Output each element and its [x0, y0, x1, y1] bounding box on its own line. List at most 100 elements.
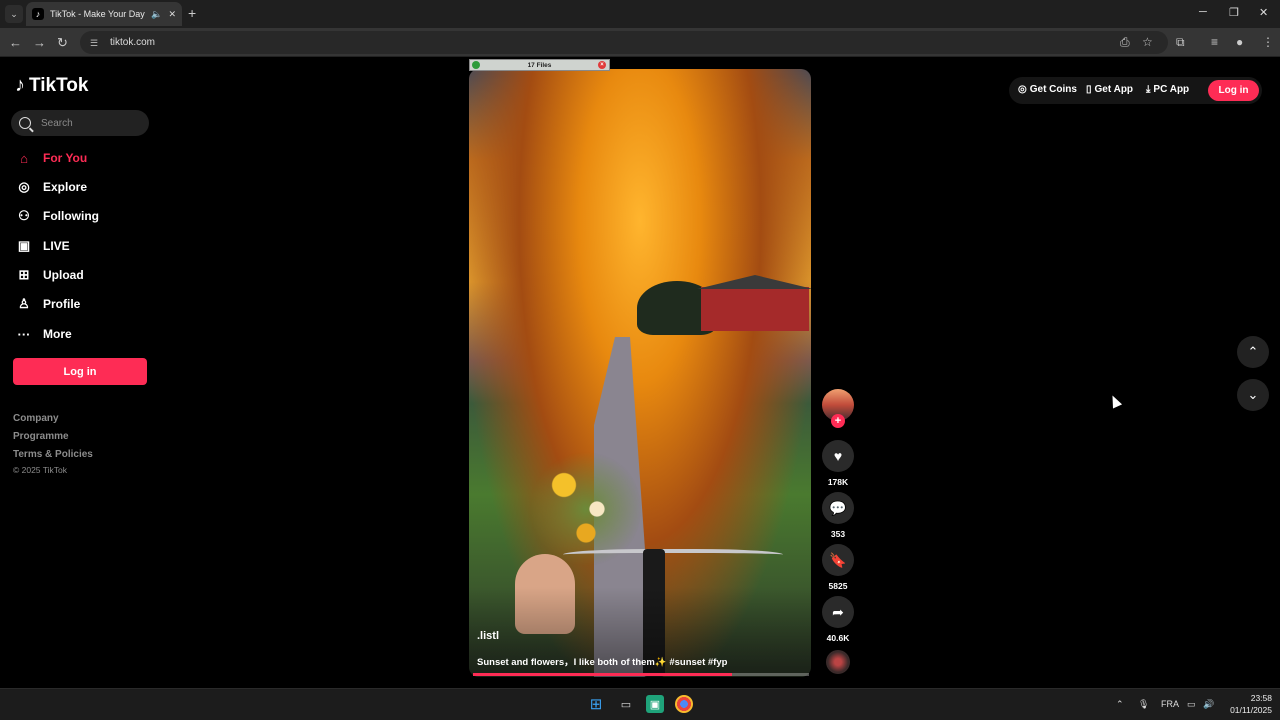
sidebar-item-label: Explore [43, 180, 88, 194]
language-indicator[interactable]: FRA [1161, 699, 1179, 709]
phone-icon: ▯ [1086, 84, 1092, 95]
chrome-icon[interactable] [675, 695, 693, 713]
clock-date: 01/11/2025 [1230, 705, 1272, 715]
coin-icon: ◎ [1018, 84, 1027, 95]
app-icon[interactable]: ▣ [646, 695, 664, 713]
profile-icon: ♙ [18, 296, 30, 311]
pc-app-label: PC App [1153, 84, 1190, 95]
browser-tab-bar: ⌄ ♪ TikTok - Make Your Day 🔈 ✕ + ─ ❐ ✕ [0, 0, 1280, 28]
sidebar-item-following[interactable]: ⚇ Following [16, 205, 99, 227]
chevron-down-icon: ⌄ [10, 8, 18, 19]
sidebar-item-label: Profile [43, 297, 81, 311]
clock-time: 23:58 [1250, 693, 1272, 703]
home-icon: ⌂ [20, 150, 28, 166]
task-view-icon[interactable]: ▭ [617, 695, 635, 713]
minimize-button[interactable]: ─ [1199, 6, 1207, 18]
address-bar[interactable]: ☰ tiktok.com [80, 31, 1168, 54]
sidebar-item-for-you[interactable]: ⌂ For You [16, 147, 87, 169]
previous-video-button[interactable]: ⌃ [1237, 336, 1269, 368]
video-author[interactable]: .listl [477, 630, 499, 642]
get-app-button[interactable]: ▯ Get App [1086, 84, 1133, 95]
sidebar-item-upload[interactable]: ⊞ Upload [16, 264, 84, 286]
install-app-icon[interactable]: ⎙ [1120, 35, 1130, 50]
browser-menu-icon[interactable]: ⋮ [1262, 35, 1274, 49]
sidebar-item-explore[interactable]: ◎ Explore [16, 176, 87, 198]
download-icon: ⤓ [1146, 84, 1151, 95]
mouse-cursor [1107, 393, 1123, 409]
tiktok-logo[interactable]: ♪ TikTok [15, 74, 88, 97]
sidebar-item-label: LIVE [43, 239, 70, 253]
tab-close-icon[interactable]: ✕ [168, 9, 176, 20]
reload-icon[interactable]: ↻ [57, 35, 68, 51]
video-scene-house [697, 275, 811, 331]
speaker-icon[interactable]: 🔈 [151, 9, 162, 20]
heart-icon: ♥ [833, 448, 843, 464]
live-tv-icon: ▣ [17, 238, 31, 253]
follow-plus-button[interactable]: + [831, 414, 845, 428]
new-tab-button[interactable]: + [188, 5, 196, 21]
music-disc[interactable] [826, 650, 850, 674]
footer-link-programme[interactable]: Programme [13, 431, 69, 442]
extensions-icon[interactable]: ⧉ [1176, 35, 1185, 50]
tiktok-note-icon: ♪ [15, 74, 25, 96]
back-arrow-icon[interactable]: ← [9, 35, 22, 50]
video-scene-handlebar [563, 549, 783, 563]
comment-button[interactable]: 💬 [822, 492, 854, 524]
save-button[interactable]: 🔖 [822, 544, 854, 576]
tiktok-favicon-icon: ♪ [32, 8, 44, 20]
restore-button[interactable]: ❐ [1229, 6, 1239, 19]
network-icon[interactable]: ▭ [1187, 699, 1196, 710]
footer-link-company[interactable]: Company [13, 413, 59, 424]
like-button[interactable]: ♥ [822, 440, 854, 472]
share-button[interactable]: ➦ [822, 596, 854, 628]
footer-link-terms[interactable]: Terms & Policies [13, 449, 93, 460]
like-count: 178K [827, 477, 849, 487]
windows-start-icon[interactable]: ⊞ [587, 695, 605, 713]
comment-icon: 💬 [829, 499, 847, 516]
overlay-app-icon [472, 61, 480, 69]
browser-toolbar: ← → ↻ ☰ tiktok.com ⎙ ☆ ⧉ ≡ ● ⋮ [0, 28, 1280, 57]
media-control-icon[interactable]: ≡ [1211, 35, 1218, 49]
upload-plus-icon: ⊞ [18, 267, 30, 282]
search-input[interactable]: Search [11, 110, 149, 136]
bookmark-star-icon[interactable]: ☆ [1142, 35, 1153, 49]
logo-text: TikTok [29, 74, 89, 96]
header-login-button[interactable]: Log in [1208, 80, 1259, 101]
sidebar-item-label: Upload [43, 268, 84, 282]
sidebar-item-more[interactable]: ··· More [16, 323, 72, 345]
video-caption: Sunset and flowers，I like both of them✨ … [477, 657, 728, 668]
sidebar-item-profile[interactable]: ♙ Profile [16, 293, 80, 315]
bookmark-icon: 🔖 [829, 551, 847, 568]
pc-app-button[interactable]: ⤓ PC App [1146, 84, 1189, 95]
more-dots-icon: ··· [17, 326, 31, 342]
browser-tab[interactable]: ♪ TikTok - Make Your Day 🔈 ✕ [26, 2, 182, 26]
overlay-title: 17 Files [527, 61, 552, 69]
system-clock[interactable]: 23:58 01/11/2025 [1222, 692, 1272, 716]
microphone-icon[interactable]: 🎙 [1138, 699, 1149, 710]
sidebar-login-button[interactable]: Log in [13, 358, 147, 385]
window-close-button[interactable]: ✕ [1259, 6, 1268, 19]
sidebar-item-label: For You [43, 151, 88, 165]
search-icon [19, 117, 31, 129]
get-app-label: Get App [1094, 84, 1134, 95]
search-placeholder: Search [41, 117, 73, 129]
next-video-button[interactable]: ⌄ [1237, 379, 1269, 411]
tab-title: TikTok - Make Your Day [50, 9, 145, 19]
sidebar-item-live[interactable]: ▣ LIVE [16, 235, 70, 257]
volume-icon[interactable]: 🔊 [1203, 699, 1214, 710]
site-info-icon[interactable]: ☰ [90, 38, 102, 48]
tray-chevron-icon[interactable]: ⌃ [1116, 699, 1124, 710]
sidebar-item-label: Following [43, 209, 99, 223]
video-progress-bar[interactable] [473, 673, 809, 676]
chevron-up-icon: ⌃ [1247, 344, 1259, 359]
overlay-close-icon[interactable]: × [598, 61, 606, 69]
sidebar-item-label: More [43, 327, 72, 341]
files-overlay-window[interactable]: 17 Files × [469, 59, 610, 71]
chevron-down-icon: ⌄ [1247, 387, 1259, 402]
tab-search-button[interactable]: ⌄ [5, 5, 23, 23]
profile-avatar-icon[interactable]: ● [1236, 35, 1243, 49]
share-count: 40.6K [826, 633, 850, 643]
video-player[interactable] [469, 69, 811, 677]
get-coins-button[interactable]: ◎ Get Coins [1018, 84, 1077, 95]
forward-arrow-icon[interactable]: → [33, 35, 46, 50]
